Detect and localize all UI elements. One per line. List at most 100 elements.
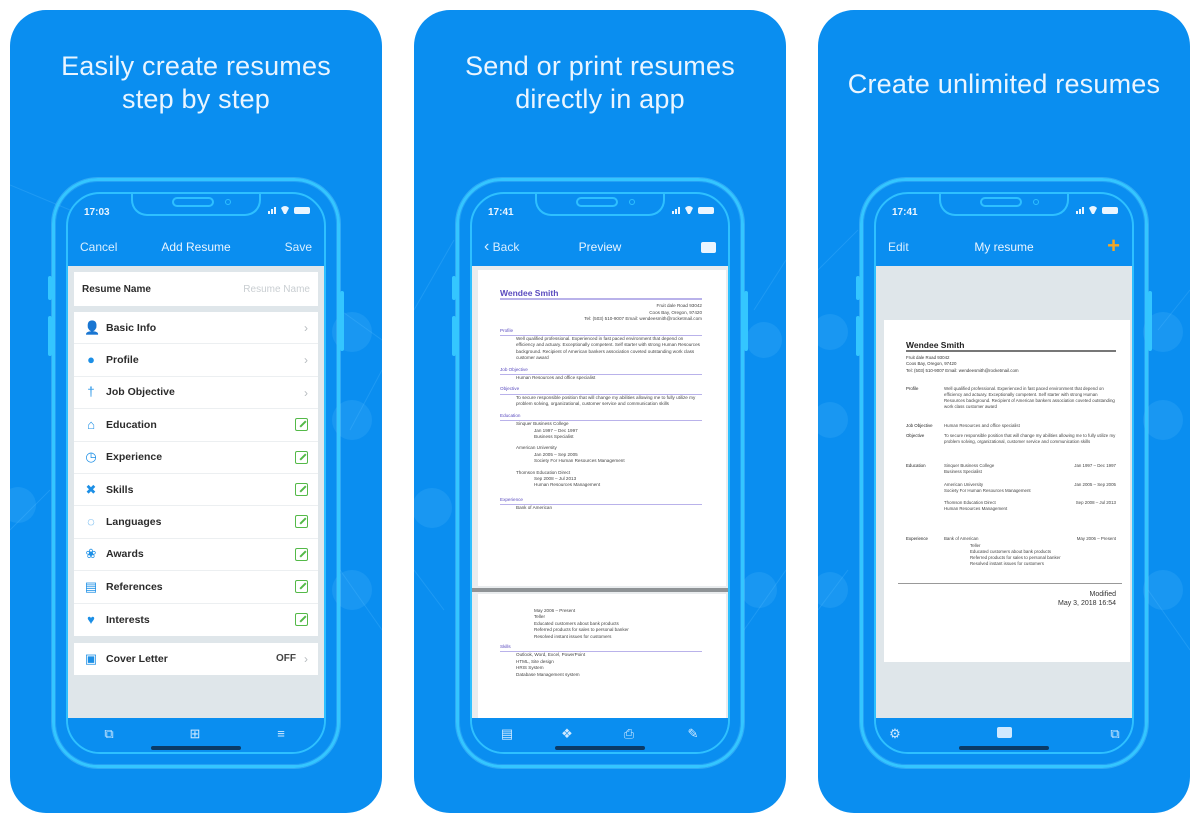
- phone-screen: 17:41 ‹ Back Preview Wendee Smith Fruit …: [470, 192, 730, 754]
- section-heading: Education: [500, 413, 702, 422]
- education-entry: American University Jan 2005 – Sep 2005 So…: [500, 445, 702, 464]
- award-ribbon-icon: ❀: [85, 546, 97, 562]
- resume-name: Wendee Smith: [906, 340, 965, 350]
- speech-bubble-icon: ●: [87, 352, 95, 368]
- mail-icon[interactable]: [701, 242, 716, 253]
- section-label: Basic Info: [106, 321, 157, 334]
- battery-icon: [1102, 207, 1118, 214]
- phone-screen: 17:03 Cancel Add Resume Save Resume Name…: [66, 192, 326, 754]
- section-label: Education: [106, 418, 157, 431]
- resume-name-field[interactable]: Resume Name Resume Name: [74, 272, 318, 306]
- section-row-languages[interactable]: ◌ Languages: [74, 506, 318, 539]
- headline-line-2: step by step: [122, 84, 270, 114]
- section-label: Skills: [106, 483, 134, 496]
- edit-icon[interactable]: [295, 612, 308, 626]
- section-row-experience[interactable]: ◷ Experience: [74, 442, 318, 474]
- nav-title: My resume: [974, 240, 1034, 254]
- section-row-job-objective[interactable]: † Job Objective ›: [74, 377, 318, 410]
- cover-letter-row[interactable]: ▣ Cover Letter OFF ›: [74, 643, 318, 675]
- status-bar: 17:03: [68, 194, 324, 230]
- edit-icon[interactable]: [295, 547, 308, 561]
- modified-label: Modified: [1089, 591, 1116, 599]
- home-indicator[interactable]: [151, 746, 241, 750]
- section-heading: Experience: [500, 497, 702, 506]
- section-label: Job Objective: [106, 386, 175, 399]
- tie-icon: †: [87, 384, 95, 400]
- battery-icon: [294, 207, 310, 214]
- signal-icon: [672, 207, 680, 214]
- plus-icon[interactable]: +: [1107, 233, 1120, 259]
- copy-icon[interactable]: ⧉: [102, 727, 116, 741]
- resume-list-content: Wendee Smith Fruit dale Road 93042 Coos …: [876, 266, 1132, 718]
- headline: Easily create resumes step by step: [10, 50, 382, 116]
- job-objective-section: Job Objective Human Resources and office…: [906, 423, 1116, 429]
- section-label: References: [106, 580, 163, 593]
- section-heading: Profile: [906, 385, 919, 391]
- section-row-skills[interactable]: ✖ Skills: [74, 474, 318, 507]
- status-bar: 17:41: [876, 194, 1132, 230]
- mail-icon[interactable]: [996, 727, 1012, 738]
- section-row-profile[interactable]: ● Profile ›: [74, 344, 318, 377]
- chevron-right-icon: ›: [304, 385, 308, 400]
- heart-icon: ♥: [87, 611, 95, 627]
- headline-line-1: Easily create resumes: [61, 51, 331, 81]
- job-objective-text: Human Resources and office specialist: [944, 422, 1020, 428]
- home-indicator[interactable]: [555, 746, 645, 750]
- promo-panel-send-print: Send or print resumes directly in app 17…: [414, 10, 786, 813]
- edit-icon[interactable]: [295, 418, 308, 432]
- section-heading: Objective: [906, 432, 925, 438]
- side-button: [856, 276, 860, 300]
- copy-icon[interactable]: ⧉: [1108, 727, 1122, 741]
- divider: [906, 350, 1116, 353]
- edit-icon[interactable]: [295, 580, 308, 594]
- headline-line-2: directly in app: [515, 84, 685, 114]
- briefcase-icon: ▣: [84, 651, 98, 667]
- education-detail: Society For Human Resources Management: [534, 458, 625, 464]
- dropbox-icon[interactable]: ❖: [560, 727, 574, 741]
- education-detail: Society For Human Resources Management: [944, 487, 1031, 493]
- save-document-icon[interactable]: ▤: [500, 727, 514, 741]
- edit-icon[interactable]: [295, 482, 308, 496]
- cover-letter-group: ▣ Cover Letter OFF ›: [74, 642, 318, 676]
- side-button: [48, 276, 52, 300]
- settings-icon[interactable]: ⚙: [888, 727, 902, 741]
- section-row-references[interactable]: ▤ References: [74, 571, 318, 604]
- resume-contact: Tel: (503) 510-9007 Email: wendeesmith@r…: [906, 367, 1019, 373]
- tools-icon: ✖: [85, 481, 97, 497]
- reorder-icon[interactable]: ≡: [274, 727, 288, 741]
- section-row-education[interactable]: ⌂ Education: [74, 409, 318, 442]
- resume-card[interactable]: Wendee Smith Fruit dale Road 93042 Coos …: [884, 320, 1130, 662]
- save-button[interactable]: Save: [285, 240, 312, 254]
- side-button: [856, 316, 860, 356]
- home-indicator[interactable]: [959, 746, 1049, 750]
- promo-panel-create: Easily create resumes step by step 17:03…: [10, 10, 382, 813]
- edit-icon[interactable]: [295, 450, 308, 464]
- phone-frame: 17:03 Cancel Add Resume Save Resume Name…: [48, 178, 344, 768]
- edit-icon[interactable]: ✎: [686, 727, 700, 741]
- print-icon[interactable]: ⎙: [622, 727, 636, 741]
- nav-bar: ‹ Back Preview: [472, 230, 728, 266]
- objective-section: Objective To secure responsible position…: [906, 433, 1116, 445]
- section-label: Languages: [106, 516, 162, 529]
- section-heading: Job Objective: [906, 422, 933, 428]
- section-row-awards[interactable]: ❀ Awards: [74, 539, 318, 572]
- headline: Send or print resumes directly in app: [414, 50, 786, 116]
- section-row-basic-info[interactable]: 👤 Basic Info ›: [74, 312, 318, 345]
- objective-text: To secure responsible position that will…: [516, 394, 696, 407]
- resume-name: Wendee Smith: [500, 288, 559, 298]
- education-entry: Sinquer Business College Jan 1997 – Dec 1…: [500, 421, 702, 440]
- experience-company: Bank of American: [516, 505, 553, 511]
- clock-icon: ◷: [85, 449, 97, 465]
- edit-icon[interactable]: [295, 515, 308, 529]
- section-heading: Objective: [500, 386, 702, 395]
- section-label: Experience: [106, 451, 163, 464]
- side-button: [452, 276, 456, 300]
- section-row-interests[interactable]: ♥ Interests: [74, 604, 318, 636]
- cover-letter-label: Cover Letter: [106, 653, 168, 666]
- section-heading: Skills: [500, 644, 702, 653]
- chat-icon: ◌: [87, 514, 95, 530]
- add-document-icon[interactable]: ⊞: [188, 727, 202, 741]
